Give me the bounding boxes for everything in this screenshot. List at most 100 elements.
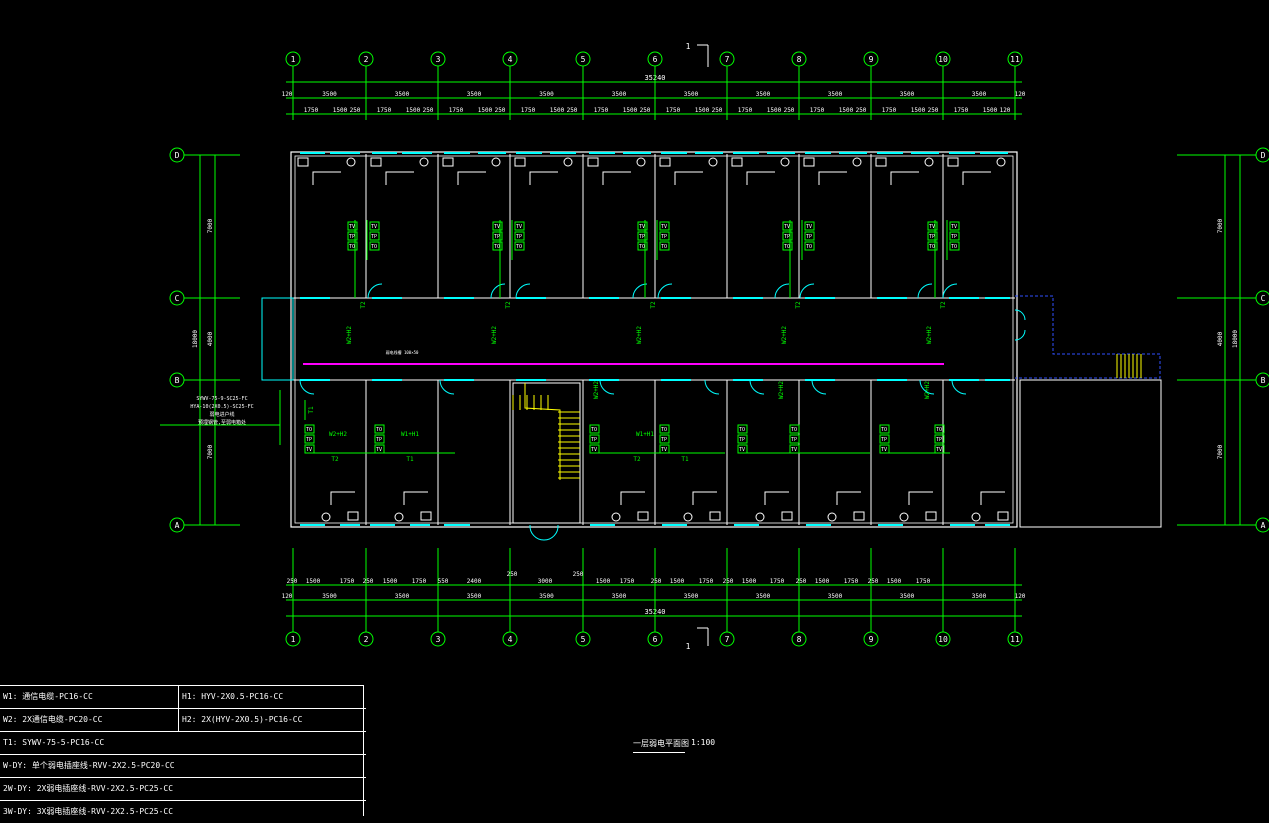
wire-label-w2h2: W2+H2 xyxy=(781,326,788,344)
bathroom-wall xyxy=(674,171,703,185)
dim-left-1: 7000 xyxy=(207,218,214,233)
dim-edge-left-bottom: 120 xyxy=(282,593,293,600)
dim-bay-top: 3500 xyxy=(612,91,627,98)
basin-icon xyxy=(708,157,718,167)
toilet-bottom-icon xyxy=(971,512,981,522)
outlet-label: TV xyxy=(739,447,745,453)
axis-label-left: D xyxy=(175,151,180,160)
wire-label-t1-v: T1 xyxy=(308,406,315,414)
dim-bay-top: 3500 xyxy=(322,91,337,98)
dim-detail-top: 1500 xyxy=(767,107,782,114)
dim-bay-bottom: 3500 xyxy=(900,593,915,600)
wire-label-t2-b: T2 xyxy=(633,456,641,463)
dim-detail-bottom: 550 xyxy=(438,578,449,585)
axis-label-top: 2 xyxy=(364,55,369,64)
dim-detail-bottom: 250 xyxy=(723,578,734,585)
door-arc-top xyxy=(942,283,958,299)
entry-cable-note: 弱电进户线 xyxy=(209,411,234,418)
dim-bay-top: 3500 xyxy=(539,91,554,98)
basin-icon xyxy=(346,157,356,167)
basin-bottom-icon xyxy=(997,511,1009,521)
outlet-label: TV xyxy=(936,447,942,453)
dim-right-total: 18000 xyxy=(1232,330,1239,348)
drawing-title: 一层弱电平面图 xyxy=(633,739,689,748)
outlet-label: TO xyxy=(591,427,597,433)
dim-detail-bottom: 250 xyxy=(796,578,807,585)
walls xyxy=(261,151,1162,528)
dim-detail-top: 1500 xyxy=(695,107,710,114)
basin-bottom-icon xyxy=(781,511,793,521)
drawing-title-block: 一层弱电平面图 1:100 xyxy=(633,738,715,753)
bathroom-wall-bottom xyxy=(620,491,645,505)
axis-label-left: B xyxy=(175,376,180,385)
outlet-label: TV xyxy=(661,224,667,230)
axis-label-right: D xyxy=(1261,151,1266,160)
door-arc-top xyxy=(774,283,790,299)
outlet-label: TO xyxy=(951,244,957,250)
axis-label-top: 5 xyxy=(581,55,586,64)
bathroom-wall-bottom xyxy=(836,491,861,505)
dim-detail-bottom: 1750 xyxy=(340,578,355,585)
dim-edge-right-bottom: 120 xyxy=(1015,593,1026,600)
axis-grid: 11223344556677889910101111D DC CB BA A xyxy=(169,51,1269,647)
dim-detail-bottom: 3000 xyxy=(538,578,553,585)
outlet-label: TP xyxy=(929,234,935,240)
outlet-label: TV xyxy=(349,224,355,230)
door-arc-bottom xyxy=(951,379,967,395)
dim-detail-top: 1500 xyxy=(406,107,421,114)
basin-icon xyxy=(996,157,1006,167)
dim-detail-bottom: 250 xyxy=(651,578,662,585)
outlet-label: TP xyxy=(639,234,645,240)
bathroom-wall-bottom xyxy=(330,491,355,505)
wire-label-w2h2: W2+H2 xyxy=(636,326,643,344)
dim-detail-top: 1500 xyxy=(333,107,348,114)
door-arc-top xyxy=(367,283,383,299)
toilet-bottom-icon xyxy=(683,512,693,522)
dim-detail-bottom: 1750 xyxy=(770,578,785,585)
axis-label-right: A xyxy=(1261,521,1266,530)
dim-detail-top: 1500 xyxy=(550,107,565,114)
bathroom-wall xyxy=(818,171,847,185)
outlet-label: TV xyxy=(376,447,382,453)
axis-label-top: 9 xyxy=(869,55,874,64)
outlet-label: TV xyxy=(661,447,667,453)
axis-label-top: 7 xyxy=(725,55,730,64)
legend-h1: H1: HYV-2X0.5-PC16-CC xyxy=(179,686,366,709)
annex-dashed-outline xyxy=(1015,295,1161,379)
dim-bay-bottom: 3500 xyxy=(322,593,337,600)
dim-bay-bottom: 3500 xyxy=(684,593,699,600)
wire-label-t2: T2 xyxy=(795,301,802,309)
wiring: 弱电线槽 100×50 TV TV TP TP TO TO W2+H2 T2 TV TV TP TP TO… xyxy=(303,220,960,463)
toilet-icon xyxy=(947,157,959,167)
axis-label-top: 4 xyxy=(508,55,513,64)
wire-label-t2: T2 xyxy=(940,301,947,309)
basin-icon xyxy=(563,157,573,167)
dim-left-total: 18000 xyxy=(192,330,199,348)
door-arc-top xyxy=(490,283,506,299)
basin-icon xyxy=(852,157,862,167)
dim-detail-bottom: 1500 xyxy=(670,578,685,585)
wire-label-w1h1: W1+H1 xyxy=(636,431,654,438)
outlet-label: TO xyxy=(881,427,887,433)
dim-edge-right: 120 xyxy=(1015,91,1026,98)
wire-label-w2h2: W2+H2 xyxy=(491,326,498,344)
basin-icon xyxy=(419,157,429,167)
outlet-label: TO xyxy=(661,427,667,433)
toilet-bottom-icon xyxy=(321,512,331,522)
toilet-icon xyxy=(731,157,743,167)
axis-label-bottom: 3 xyxy=(436,635,441,644)
dim-detail-bottom: 2400 xyxy=(467,578,482,585)
toilet-icon xyxy=(875,157,887,167)
entry-cable-note: HYA-10(2X0.5)-SC25-FC xyxy=(190,404,253,410)
wire-label-t2-b: T2 xyxy=(331,456,339,463)
bathroom-wall xyxy=(746,171,775,185)
outlet-label: TV xyxy=(784,224,790,230)
outlet-label: TV xyxy=(881,447,887,453)
outlet-label: TO xyxy=(661,244,667,250)
dim-detail-top: 250 xyxy=(784,107,795,114)
bathroom-wall xyxy=(312,171,341,185)
bathroom-wall-bottom xyxy=(692,491,717,505)
axis-label-right: C xyxy=(1261,294,1266,303)
outlet-label: TO xyxy=(791,427,797,433)
wire-label-w1h1: W1+H1 xyxy=(401,431,419,438)
